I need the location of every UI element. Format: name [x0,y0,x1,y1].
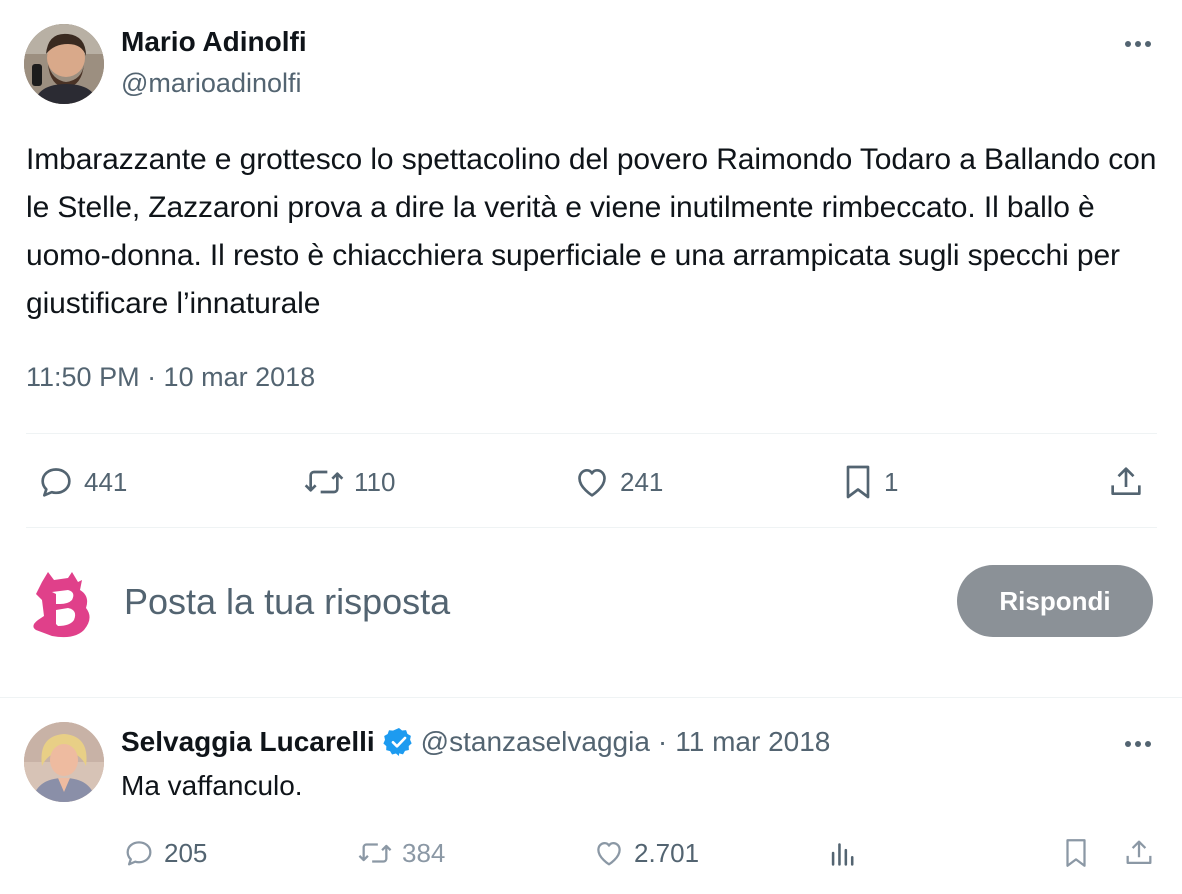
bookmark-count: 1 [884,466,899,497]
more-horizontal-icon [1125,41,1151,47]
pink-b-brand-logo[interactable] [28,570,98,640]
reply-reply-count: 205 [164,837,208,868]
reply-input[interactable] [124,576,924,628]
reply-icon [41,468,71,497]
separator-dot: · [657,726,668,757]
share-icon [1126,840,1152,865]
reply-text: Ma vaffanculo. [121,770,303,801]
reply-count: 441 [84,466,128,497]
reply-more-options-button[interactable] [1120,730,1156,758]
reply-header: Selvaggia Lucarelli @stanzaselvaggia · 1… [121,726,830,758]
divider [0,697,1182,698]
reply-like-action-button[interactable]: 2.701 [592,836,699,870]
reply-button[interactable]: Rispondi [957,565,1153,637]
more-options-button[interactable] [1120,30,1156,58]
reply-reply-action-button[interactable]: 205 [122,836,207,870]
reply-repost-action-button[interactable]: 384 [356,836,445,870]
verified-badge-icon [383,726,415,758]
reply-repost-count: 384 [402,837,446,868]
repost-icon [358,843,392,863]
like-action-button[interactable]: 241 [572,462,663,502]
reply-author-avatar[interactable] [24,722,104,802]
more-horizontal-icon [1125,741,1151,747]
tweet-timestamp[interactable]: 11:50 PM · 10 mar 2018 [26,362,315,393]
heart-icon [578,469,606,497]
reply-date[interactable]: 11 mar 2018 [675,726,830,758]
divider [26,527,1157,528]
reply-author-name[interactable]: Selvaggia Lucarelli [121,726,375,758]
heart-icon [597,841,621,866]
repost-count: 110 [354,466,396,497]
reply-author-handle[interactable]: @stanzaselvaggia [421,726,650,758]
share-action-button[interactable] [1106,462,1146,502]
reply-action-button[interactable]: 441 [36,462,127,502]
reply-views-action-button[interactable] [826,836,860,870]
author-handle[interactable]: @marioadinolfi [121,68,301,99]
bookmark-icon [1066,839,1086,867]
like-count: 241 [620,466,664,497]
bookmark-action-button[interactable]: 1 [840,462,898,502]
reply-bookmark-action-button[interactable] [1060,836,1092,870]
bookmark-icon [846,465,870,499]
repost-action-button[interactable]: 110 [302,462,395,502]
repost-icon [304,470,344,494]
reply-like-count: 2.701 [634,837,700,868]
divider [26,433,1157,434]
views-chart-icon [831,843,854,866]
author-name[interactable]: Mario Adinolfi [121,26,307,58]
author-avatar[interactable] [24,24,104,104]
tweet-text: Imbarazzante e grottesco lo spettacolino… [26,143,1157,320]
reply-icon [126,841,152,866]
share-icon [1111,467,1141,495]
reply-share-action-button[interactable] [1122,836,1156,870]
